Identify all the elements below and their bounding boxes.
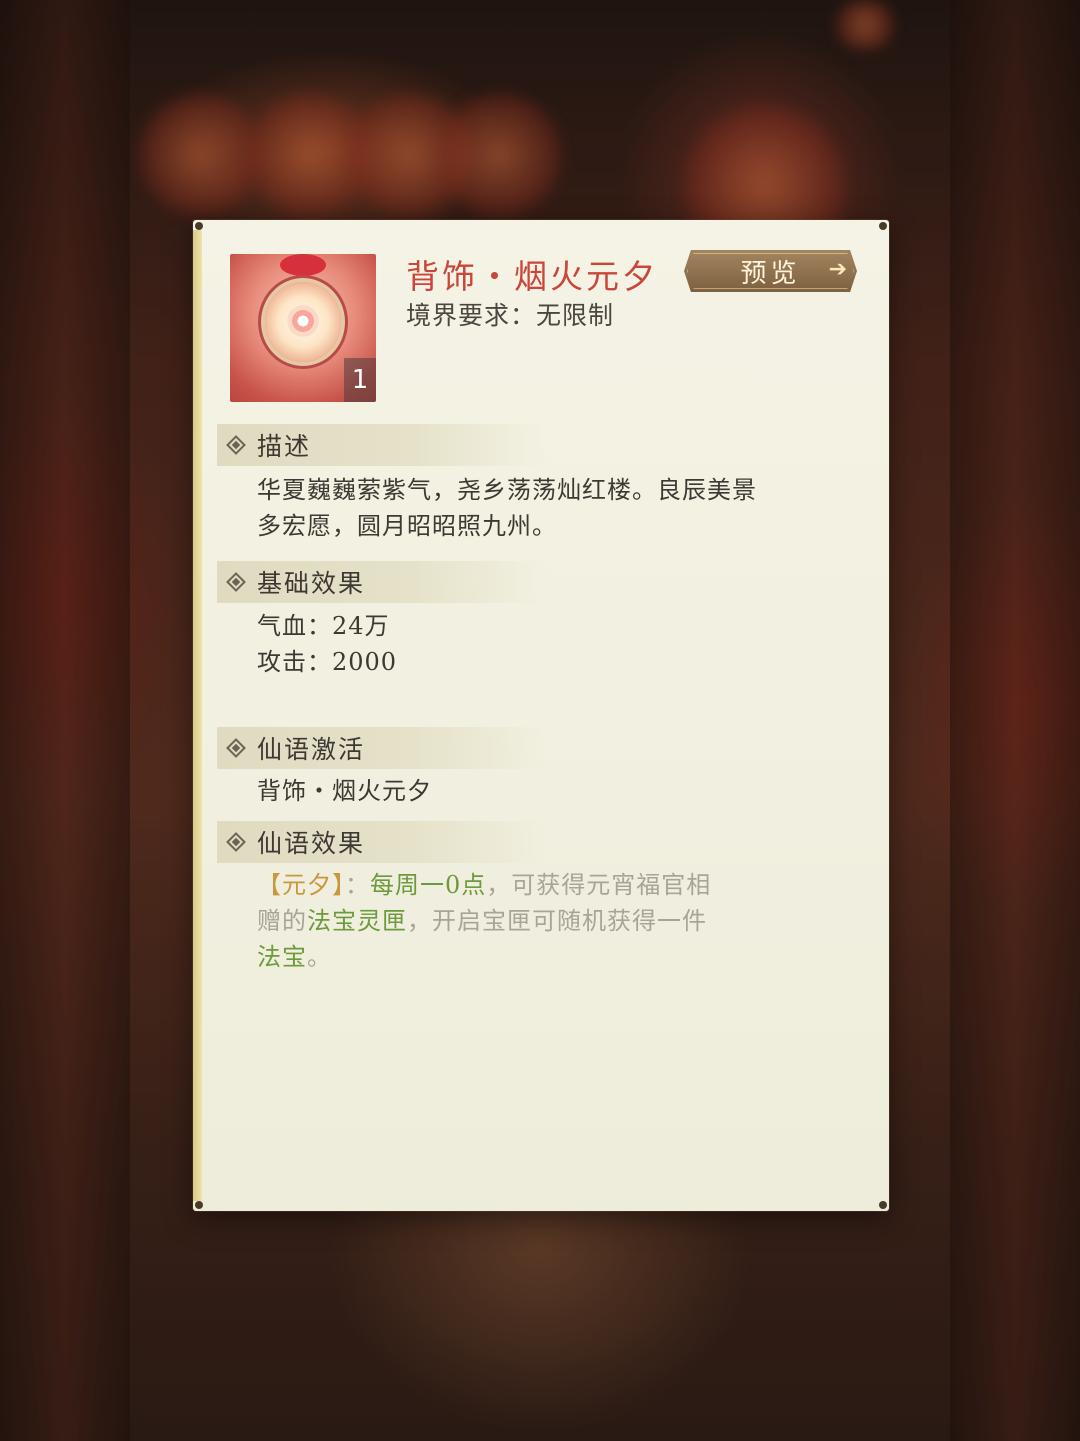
diamond-icon — [226, 435, 246, 455]
card-spine — [193, 230, 202, 1201]
card-corner — [195, 222, 203, 230]
section-title: 仙语效果 — [257, 829, 366, 858]
stat-attack: 攻击：2000 — [257, 648, 398, 676]
item-icon[interactable]: 1 — [230, 254, 376, 402]
section-title: 基础效果 — [257, 569, 366, 598]
effect-text: 赠的 — [257, 907, 307, 935]
description-line: 华夏巍巍萦紫气，尧乡荡荡灿红楼。良辰美景 — [257, 476, 757, 504]
section-header-description: 描述 — [217, 424, 547, 466]
description-text: 华夏巍巍萦紫气，尧乡荡荡灿红楼。良辰美景 多宏愿，圆月昭昭照九州。 — [257, 472, 867, 544]
diamond-icon — [226, 738, 246, 758]
section-header-base-effects: 基础效果 — [217, 561, 547, 603]
realm-requirement: 境界要求：无限制 — [406, 301, 615, 330]
flower-icon — [286, 304, 320, 338]
effect-reward: 法宝 — [257, 943, 307, 971]
item-count: 1 — [344, 358, 376, 402]
ribbon-bow-icon — [280, 254, 326, 276]
xianyu-effect-text: 【元夕】：每周一0点，可获得元宵福官相 赠的法宝灵匣，开启宝匣可随机获得一件 法… — [257, 867, 867, 975]
card-corner — [879, 1201, 887, 1209]
preview-button[interactable]: 预览 ➔ — [684, 250, 857, 292]
stat-hp: 气血：24万 — [257, 612, 390, 640]
item-detail-card: 1 背饰・烟火元夕 境界要求：无限制 预览 ➔ 描述 华夏巍巍萦紫气，尧乡荡荡灿… — [193, 220, 889, 1211]
xianyu-activation-value: 背饰・烟火元夕 — [257, 777, 432, 805]
description-line: 多宏愿，圆月昭昭照九州。 — [257, 512, 557, 540]
effect-end: 。 — [307, 943, 332, 971]
diamond-icon — [226, 832, 246, 852]
item-name: 背饰・烟火元夕 — [406, 257, 658, 296]
effect-text: ，开启宝匣可随机获得一件 — [407, 907, 707, 935]
base-effects-list: 气血：24万 攻击：2000 — [257, 608, 867, 680]
effect-tag: 【元夕】 — [257, 871, 345, 899]
card-corner — [195, 1201, 203, 1209]
preview-button-label: 预览 — [740, 258, 801, 289]
effect-text: ，可获得元宵福官相 — [486, 871, 712, 899]
diamond-icon — [226, 572, 246, 592]
card-corner — [879, 222, 887, 230]
effect-time: 每周一0点 — [370, 871, 487, 899]
effect-reward: 法宝灵匣 — [307, 907, 407, 935]
section-header-xianyu-activation: 仙语激活 — [217, 727, 547, 769]
section-header-xianyu-effect: 仙语效果 — [217, 821, 547, 863]
section-title: 仙语激活 — [257, 735, 366, 764]
arrow-right-icon: ➔ — [828, 257, 847, 282]
section-title: 描述 — [257, 432, 312, 461]
effect-colon: ： — [345, 871, 370, 899]
